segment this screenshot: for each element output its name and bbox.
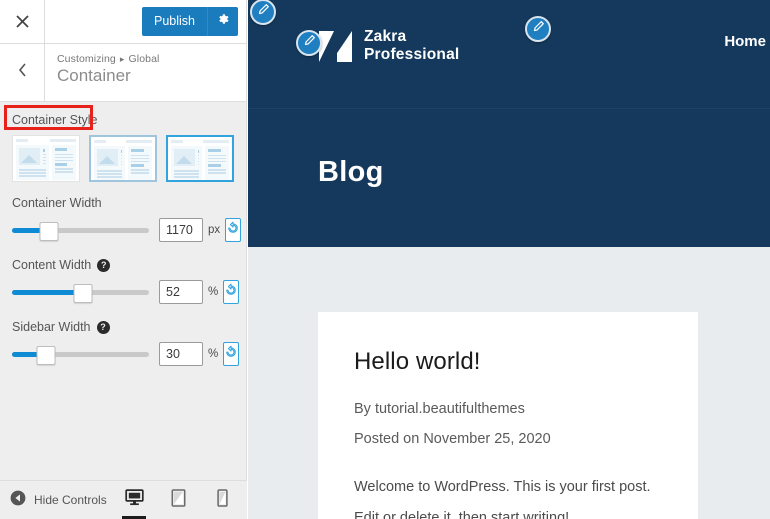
breadcrumb-root[interactable]: Customizing [57,53,116,65]
sidebar-width-label: Sidebar Width ? [12,320,234,334]
brand-line-2: Professional [364,46,460,63]
reset-icon [224,283,238,302]
collapse-arrow-icon [10,490,26,511]
slider-handle[interactable] [73,284,93,303]
chevron-left-icon [17,62,28,83]
site-preview-frame: Zakra Professional Home Blog Hello world… [248,0,770,519]
hide-controls-label: Hide Controls [34,493,107,507]
nav-item-home[interactable]: Home [724,33,766,50]
slider-handle[interactable] [39,222,59,241]
container-width-reset-button[interactable] [225,218,242,242]
reset-icon [224,345,238,364]
edit-pencil-icon [303,34,316,52]
container-width-unit: px [208,224,221,236]
customizer-sidebar: Publish Customizing ▸ Global Container C… [0,0,247,519]
page-title: Container [57,66,131,85]
sidebar-width-reset-button[interactable] [223,342,240,366]
container-style-option-content-boxed[interactable] [88,135,157,182]
brand-line-1: Zakra [364,28,407,45]
content-width-control: % [12,280,240,304]
content-width-reset-button[interactable] [223,280,240,304]
thumbnail-image-placeholder-icon [96,149,118,166]
slider-handle[interactable] [36,346,56,365]
device-desktop-button[interactable] [121,481,147,519]
content-width-label: Content Width ? [12,258,234,272]
container-style-options [12,135,234,182]
publish-group: Publish [142,7,238,36]
breadcrumb-separator: ▸ [119,54,125,64]
container-style-option-full-width[interactable] [165,135,234,182]
edit-pencil-icon [532,20,545,38]
close-icon [15,14,30,29]
post-date: Posted on November 25, 2020 [354,431,551,447]
thumbnail-image-placeholder-icon [19,148,40,165]
edit-logo-shortcut-button[interactable] [296,30,322,56]
post-title[interactable]: Hello world! [354,348,662,376]
sidebar-width-input[interactable] [159,342,203,366]
page-banner: Blog [248,108,770,247]
content-width-slider[interactable] [12,282,149,303]
customizer-topbar: Publish [0,0,246,44]
reset-icon [226,221,240,240]
container-style-option-boxed[interactable] [12,135,80,182]
publish-settings-button[interactable] [207,7,238,36]
content-area: Hello world! By tutorial.beautifulthemes… [248,247,770,519]
content-width-unit: % [208,286,219,298]
sidebar-width-slider[interactable] [12,344,149,365]
edit-menu-shortcut-button[interactable] [525,16,551,42]
breadcrumb: Customizing ▸ Global [57,53,159,65]
edit-header-shortcut-button[interactable] [250,0,276,25]
site-title: Zakra Professional [364,28,459,64]
post-excerpt: Welcome to WordPress. This is your first… [354,479,651,519]
device-mobile-button[interactable] [209,481,235,519]
customizer-section-header: Customizing ▸ Global Container [0,44,246,102]
sidebar-width-unit: % [208,348,219,360]
help-icon[interactable]: ? [96,320,110,334]
zakra-logo-mark-icon [318,29,354,64]
container-style-label-text: Container Style [12,113,98,127]
post-card: Hello world! By tutorial.beautifulthemes… [318,312,698,519]
container-width-control: px [12,218,242,242]
container-width-slider[interactable] [12,220,149,241]
container-width-input[interactable] [159,218,203,242]
thumbnail-image-placeholder-icon [173,149,195,166]
customizer-footer: Hide Controls [0,480,247,519]
device-preview-switcher [121,481,235,519]
site-header: Zakra Professional Home [248,0,770,108]
back-button[interactable] [0,44,45,101]
section-header-texts: Customizing ▸ Global Container [45,44,159,101]
content-width-input[interactable] [159,280,203,304]
breadcrumb-section[interactable]: Global [129,53,160,65]
sidebar-width-control: % [12,342,240,366]
customizer-screen: Publish Customizing ▸ Global Container C… [0,0,770,519]
gear-icon [216,12,230,31]
hide-controls-button[interactable]: Hide Controls [0,490,107,511]
help-icon[interactable]: ? [97,258,111,272]
container-width-label: Container Width [12,196,234,210]
mobile-icon [216,488,228,512]
container-style-label: Container Style [12,103,234,127]
site-branding[interactable]: Zakra Professional [318,28,459,64]
post-byline: By tutorial.beautifulthemes [354,401,525,417]
edit-pencil-icon [257,3,270,21]
customizer-controls-body: Container Style Container Width 1170 px … [0,103,246,480]
tablet-icon [171,488,186,512]
slider-fill [12,290,84,295]
container-width-label-text: Container Width [12,196,102,210]
publish-button[interactable]: Publish [142,7,207,36]
desktop-icon [124,489,144,511]
sidebar-width-label-text: Sidebar Width [12,320,91,334]
close-customizer-button[interactable] [0,0,45,43]
banner-title: Blog [318,156,384,188]
content-width-label-text: Content Width [12,258,92,272]
device-tablet-button[interactable] [165,481,191,519]
